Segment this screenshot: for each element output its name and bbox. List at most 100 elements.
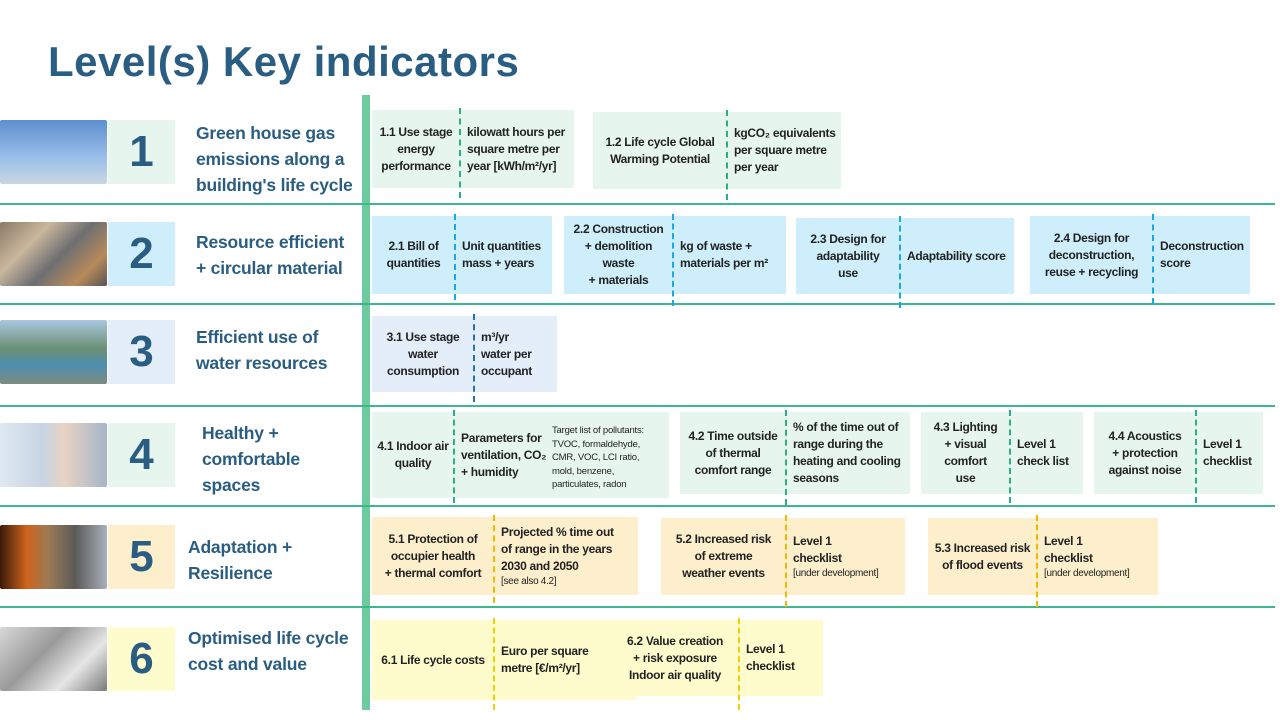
dashed-divider <box>1009 410 1011 503</box>
metric-text: % of the time out of range during the he… <box>793 420 901 485</box>
indicator-card[interactable]: 5.3 Increased risk of flood events Level … <box>928 518 1158 595</box>
metric-text: m³/yr water per occupant <box>481 329 532 378</box>
dashed-divider <box>453 410 455 503</box>
co2-chimney-image <box>0 120 107 184</box>
metric-text: Parameters for ventilation, CO₂ + humidi… <box>461 430 547 479</box>
indicator-number: 4 <box>108 423 175 487</box>
indicator-metric: kgCO₂ equivalents per square metre per y… <box>727 112 841 189</box>
dashed-divider <box>493 515 495 603</box>
indicator-label: 2.1 Bill of quantities <box>386 239 441 270</box>
indicator-number: 1 <box>108 120 175 184</box>
indicator-metric: % of the time out of range during the he… <box>786 412 910 494</box>
indicator-label: 4.4 Acoustics + protection against noise <box>1108 428 1182 477</box>
indicator-card[interactable]: 4.1 Indoor air quality Parameters for ven… <box>372 412 669 498</box>
indicator-metric: Level 1 checklist <box>739 620 823 696</box>
indicator-card[interactable]: 2.1 Bill of quantities Unit quantities ma… <box>372 216 552 294</box>
indicator-metric: kilowatt hours per square metre per year… <box>460 110 574 188</box>
indicator-metric: Unit quantities mass + years <box>455 216 552 294</box>
dashed-divider <box>1195 410 1197 503</box>
dashed-divider <box>473 314 475 402</box>
indicator-metric: Deconstruction score <box>1153 216 1250 294</box>
metric-text: Level 1 checklist <box>1203 437 1252 468</box>
indicator-label: 5.2 Increased risk of extreme weather ev… <box>675 532 772 580</box>
row-separator <box>0 203 1275 205</box>
metric-text: Adaptability score <box>907 248 1006 263</box>
dashed-divider <box>672 214 674 306</box>
climate-extremes-image <box>0 525 107 589</box>
dam-image <box>0 320 107 384</box>
stressed-office-worker-image <box>0 423 107 487</box>
dashed-divider <box>1036 515 1038 607</box>
indicator-number: 6 <box>108 627 175 691</box>
metric-text: kgCO₂ equivalents per square metre per y… <box>734 126 836 174</box>
metric-text: Level 1 checklist [under development] <box>793 533 879 579</box>
row-separator <box>0 303 1275 305</box>
metric-note: [under development] <box>1044 567 1130 579</box>
metric-text: kg of waste + materials per m² <box>680 239 768 270</box>
indicator-metric: Level 1 check list <box>1010 412 1083 494</box>
metric-text: Level 1 check list <box>1017 437 1069 468</box>
dashed-divider <box>899 216 901 308</box>
indicator-card[interactable]: 6.1 Life cycle costs Euro per square metr… <box>372 620 636 700</box>
metric-text: Level 1 checklist <box>746 642 795 673</box>
indicator-card[interactable]: 4.2 Time outside of thermal comfort rang… <box>680 412 910 494</box>
macro-objective-title: Green house gas emissions along a buildi… <box>196 123 353 195</box>
indicator-number: 2 <box>108 222 175 286</box>
calculator-plans-image <box>0 627 107 691</box>
indicator-label: 1.2 Life cycle Global Warming Potential <box>605 134 715 166</box>
vertical-divider <box>362 95 370 710</box>
dashed-divider <box>785 515 787 607</box>
indicator-card[interactable]: 2.2 Construction + demolition waste + ma… <box>564 216 786 294</box>
indicator-card[interactable]: 3.1 Use stage water consumption m³/yr wat… <box>372 316 557 392</box>
indicator-card[interactable]: 4.4 Acoustics + protection against noise… <box>1094 412 1263 494</box>
indicator-label: 2.2 Construction + demolition waste + ma… <box>573 222 664 287</box>
materials-collage-image <box>0 222 107 286</box>
indicator-card[interactable]: 4.3 Lighting + visual comfort use Level 1… <box>921 412 1083 494</box>
pollutant-list: Target list of pollutants: TVOC, formald… <box>552 425 644 490</box>
metric-text: Level 1 checklist [under development] <box>1044 533 1130 579</box>
indicator-metric: Parameters for ventilation, CO₂ + humidi… <box>454 412 550 498</box>
indicator-card[interactable]: 1.2 Life cycle Global Warming Potential k… <box>593 112 841 189</box>
indicator-card[interactable]: 2.3 Design for adaptability use Adaptabil… <box>796 218 1014 294</box>
row-separator <box>0 505 1275 507</box>
macro-objective-title: Healthy + comfortable spaces <box>202 423 300 495</box>
row-separator <box>0 606 1275 608</box>
metric-text: kilowatt hours per square metre per year… <box>467 124 565 173</box>
indicator-metric: m³/yr water per occupant <box>474 316 557 392</box>
indicator-number: 5 <box>108 525 175 589</box>
metric-note: [see also 4.2] <box>501 575 557 587</box>
dashed-divider <box>726 110 728 200</box>
metric-text: Unit quantities mass + years <box>462 239 541 270</box>
metric-text: Euro per square metre [€/m²/yr] <box>501 644 589 675</box>
row-separator <box>0 405 1275 407</box>
indicator-label: 5.3 Increased risk of flood events <box>934 540 1031 572</box>
dashed-divider <box>738 618 740 710</box>
metric-note: [under development] <box>793 567 879 579</box>
macro-objective-title: Adaptation + Resilience <box>188 537 293 583</box>
indicator-label: 3.1 Use stage water consumption <box>386 329 460 378</box>
indicator-card[interactable]: 5.2 Increased risk of extreme weather ev… <box>661 518 905 595</box>
indicator-card[interactable]: 1.1 Use stage energy performance kilowatt… <box>372 110 574 188</box>
indicator-label: 5.1 Protection of occupier health + ther… <box>384 531 482 580</box>
macro-objective-title: Optimised life cycle cost and value <box>188 628 349 674</box>
page-title: Level(s) Key indicators <box>48 38 520 85</box>
indicator-metric: kg of waste + materials per m² <box>673 216 786 294</box>
indicator-label: 1.1 Use stage energy performance <box>379 124 453 173</box>
indicator-number: 3 <box>108 320 175 384</box>
indicator-card[interactable]: 6.2 Value creation + risk exposure Indoo… <box>611 620 823 696</box>
indicator-metric: Projected % time out of range in the yea… <box>494 517 638 595</box>
indicator-metric: Adaptability score <box>900 218 1014 294</box>
dashed-divider <box>454 214 456 300</box>
indicator-label: 6.1 Life cycle costs <box>381 652 485 667</box>
indicator-label: 2.4 Design for deconstruction, reuse + r… <box>1044 230 1139 279</box>
dashed-divider <box>1152 214 1154 304</box>
dashed-divider <box>459 108 461 198</box>
indicator-metric: Level 1 checklist [under development] <box>786 518 905 595</box>
indicator-label: 6.2 Value creation + risk exposure Indoo… <box>627 633 723 682</box>
indicator-card[interactable]: 5.1 Protection of occupier health + ther… <box>372 517 638 595</box>
indicator-card[interactable]: 2.4 Design for deconstruction, reuse + r… <box>1030 216 1250 294</box>
macro-objective-title: Efficient use of water resources <box>196 327 328 373</box>
indicator-metric: Level 1 checklist [under development] <box>1037 518 1158 595</box>
dashed-divider <box>785 410 787 505</box>
metric-text: Deconstruction score <box>1160 239 1244 270</box>
